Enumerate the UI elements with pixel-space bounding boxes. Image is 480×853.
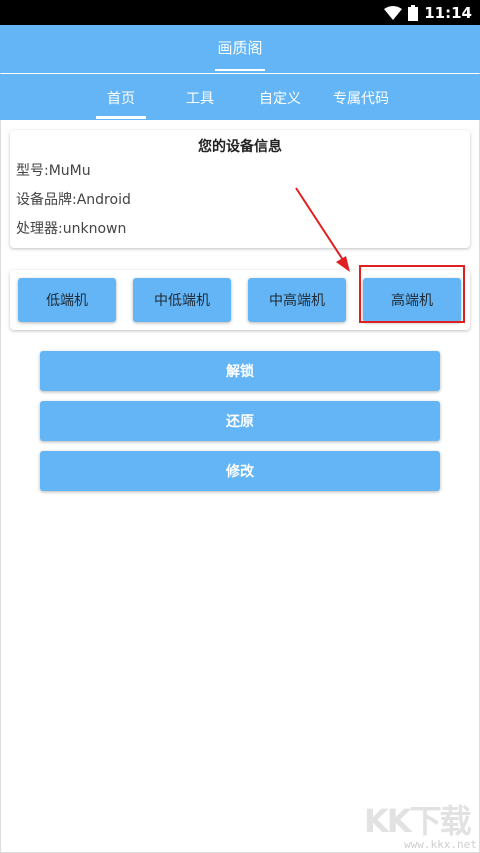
watermark-logo: KK下载 <box>364 802 472 840</box>
modify-button[interactable]: 修改 <box>40 451 440 491</box>
watermark-url: www.kkx.net <box>404 838 477 851</box>
restore-button[interactable]: 还原 <box>40 401 440 441</box>
watermark: KK下载 www.kkx.net <box>364 796 480 853</box>
unlock-button[interactable]: 解锁 <box>40 351 440 391</box>
